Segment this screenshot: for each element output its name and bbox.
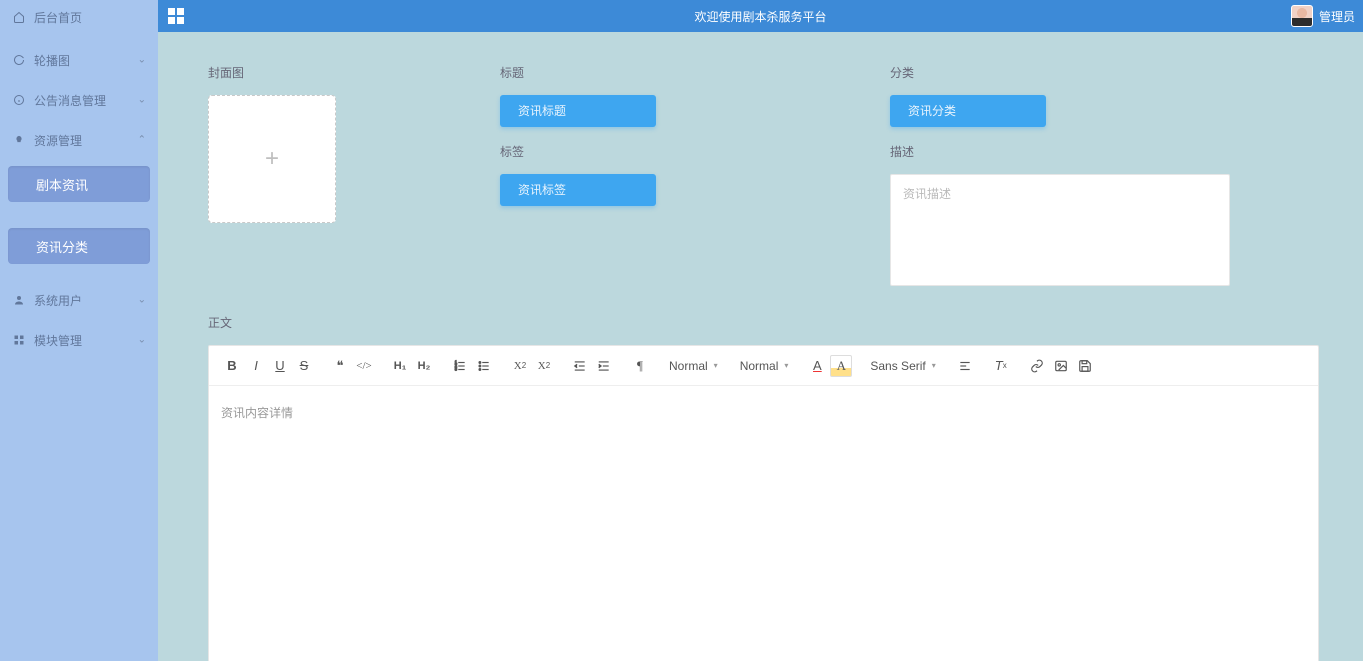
image-button[interactable] <box>1050 355 1072 377</box>
sidebar-item-label: 模块管理 <box>34 332 82 349</box>
category-input[interactable] <box>890 95 1046 127</box>
user-icon <box>12 293 26 307</box>
bullet-list-button[interactable] <box>473 355 495 377</box>
home-icon <box>12 10 26 24</box>
desc-textarea[interactable] <box>890 174 1230 286</box>
editor-toolbar: B I U S ❝ </> H₁ H₂ <box>209 346 1318 386</box>
refresh-icon <box>12 53 26 67</box>
main: 欢迎使用剧本杀服务平台 管理员 封面图 + 标题 标签 <box>158 0 1363 661</box>
info-icon <box>12 93 26 107</box>
indent-button[interactable] <box>593 355 615 377</box>
sidebar-home-label: 后台首页 <box>34 9 82 26</box>
italic-button[interactable]: I <box>245 355 267 377</box>
user-role: 管理员 <box>1319 8 1355 25</box>
chevron-up-icon: ⌃ <box>138 135 146 146</box>
tag-label: 标签 <box>500 143 890 160</box>
save-button[interactable] <box>1074 355 1096 377</box>
h1-button[interactable]: H₁ <box>389 355 411 377</box>
sidebar-sub-news-category[interactable]: 资讯分类 <box>8 228 150 264</box>
size-select[interactable]: Normal▾ <box>665 359 722 373</box>
chevron-down-icon: ⌄ <box>138 335 146 346</box>
sidebar-sub-script-news[interactable]: 剧本资讯 <box>8 166 150 202</box>
plus-icon: + <box>265 145 279 173</box>
cover-label: 封面图 <box>208 64 500 81</box>
sidebar-item-carousel[interactable]: 轮播图 ⌄ <box>0 40 158 80</box>
sidebar-item-modules[interactable]: 模块管理 ⌄ <box>0 320 158 360</box>
sidebar-item-notices[interactable]: 公告消息管理 ⌄ <box>0 80 158 120</box>
bg-color-button[interactable]: A <box>830 355 852 377</box>
bold-button[interactable]: B <box>221 355 243 377</box>
menu-grid-icon[interactable] <box>168 8 184 24</box>
caret-icon: ▾ <box>932 361 936 370</box>
rich-editor: B I U S ❝ </> H₁ H₂ <box>208 345 1319 661</box>
editor-body[interactable]: 资讯内容详情 <box>209 386 1318 661</box>
code-button[interactable]: </> <box>353 355 375 377</box>
ordered-list-button[interactable]: 123 <box>449 355 471 377</box>
tag-input[interactable] <box>500 174 656 206</box>
body-label: 正文 <box>208 314 1319 331</box>
chevron-down-icon: ⌄ <box>138 95 146 106</box>
sidebar-item-label: 公告消息管理 <box>34 92 106 109</box>
avatar <box>1291 5 1313 27</box>
subscript-button[interactable]: X2 <box>509 355 531 377</box>
category-label: 分类 <box>890 64 1319 81</box>
underline-button[interactable]: U <box>269 355 291 377</box>
title-label: 标题 <box>500 64 890 81</box>
sidebar-item-label: 资源管理 <box>34 132 82 149</box>
sidebar-item-users[interactable]: 系统用户 ⌄ <box>0 280 158 320</box>
direction-button[interactable]: ¶ <box>629 355 651 377</box>
sidebar-item-resources[interactable]: 资源管理 ⌃ <box>0 120 158 160</box>
content: 封面图 + 标题 标签 分类 描述 <box>158 32 1363 661</box>
sidebar-item-home[interactable]: 后台首页 <box>0 0 158 34</box>
text-color-button[interactable]: A <box>806 355 828 377</box>
strike-button[interactable]: S <box>293 355 315 377</box>
title-input[interactable] <box>500 95 656 127</box>
sidebar: 后台首页 轮播图 ⌄ 公告消息管理 ⌄ 资源管理 ⌃ 剧本资讯 <box>0 0 158 661</box>
chevron-down-icon: ⌄ <box>138 295 146 306</box>
chevron-down-icon: ⌄ <box>138 55 146 66</box>
h2-button[interactable]: H₂ <box>413 355 435 377</box>
user-area[interactable]: 管理员 <box>1291 5 1355 27</box>
link-button[interactable] <box>1026 355 1048 377</box>
header-select[interactable]: Normal▾ <box>736 359 793 373</box>
font-select[interactable]: Sans Serif▾ <box>866 359 939 373</box>
blockquote-button[interactable]: ❝ <box>329 355 351 377</box>
svg-text:3: 3 <box>455 366 458 371</box>
cover-upload[interactable]: + <box>208 95 336 223</box>
caret-icon: ▾ <box>714 361 718 370</box>
page-title: 欢迎使用剧本杀服务平台 <box>694 8 826 25</box>
topbar: 欢迎使用剧本杀服务平台 管理员 <box>158 0 1363 32</box>
sidebar-sub-label: 剧本资讯 <box>36 175 88 194</box>
sidebar-sub-label: 资讯分类 <box>36 237 88 256</box>
caret-icon: ▾ <box>784 361 788 370</box>
sidebar-item-label: 系统用户 <box>34 292 82 309</box>
grid-icon <box>12 333 26 347</box>
bulb-icon <box>12 133 26 147</box>
sidebar-item-label: 轮播图 <box>34 52 70 69</box>
outdent-button[interactable] <box>569 355 591 377</box>
superscript-button[interactable]: X2 <box>533 355 555 377</box>
align-button[interactable] <box>954 355 976 377</box>
clear-format-button[interactable]: Tx <box>990 355 1012 377</box>
desc-label: 描述 <box>890 143 1319 160</box>
